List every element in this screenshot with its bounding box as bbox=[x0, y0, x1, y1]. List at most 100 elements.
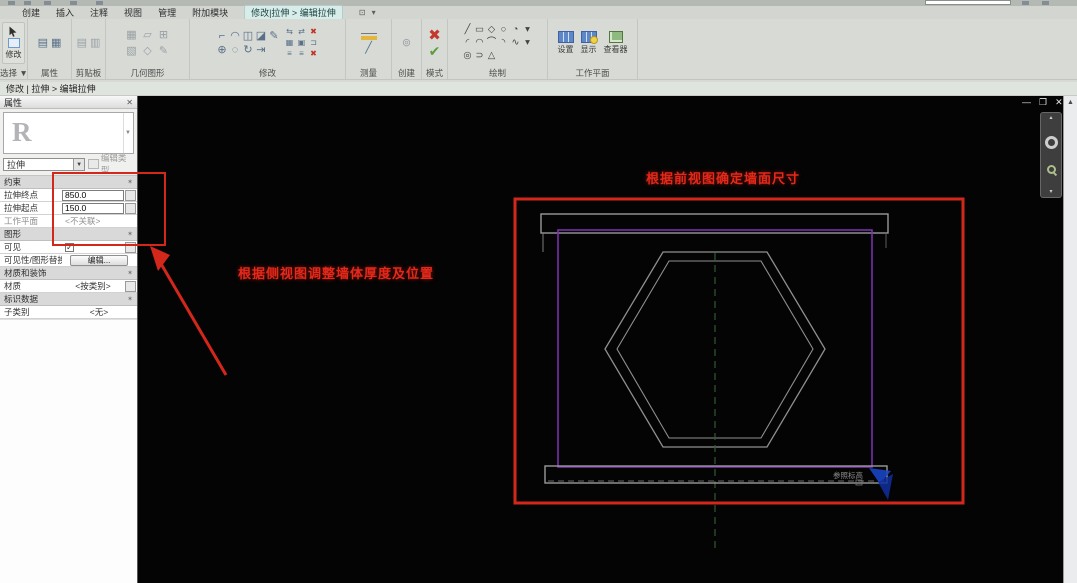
close-icon[interactable]: ✕ bbox=[126, 98, 133, 107]
annotation-box-property-values bbox=[52, 172, 166, 246]
drawing-area[interactable] bbox=[138, 96, 1063, 583]
tab-modify-extrusion-active[interactable]: 修改|拉伸 > 编辑拉伸 bbox=[244, 5, 343, 20]
ribbon-panel-mode: ✖ ✔ 模式 bbox=[422, 19, 448, 79]
workplane-set-button[interactable]: 设置 bbox=[557, 31, 574, 55]
workplane-show-icon bbox=[580, 31, 598, 44]
section-expand-icon[interactable]: ✶ bbox=[123, 269, 137, 277]
ribbon-panel-geometry: ▦ ▱ ⊞ ▧ ◇ ✎ 几何图形 bbox=[106, 19, 190, 79]
edit-type-icon bbox=[88, 159, 99, 169]
property-label: 可见性/图形替换 bbox=[4, 255, 62, 265]
ribbon-panel-draw: ╱ ▭ ◇ ○ ◔ ▾ ◜ ◠ ⌒ ◝ ∿ ▾ ◎ ⊃ △ 绘制 bbox=[448, 19, 548, 79]
chevron-down-icon[interactable]: ▼ bbox=[73, 158, 85, 170]
subcategory-value[interactable]: <无> bbox=[62, 307, 136, 318]
workplane-show-button[interactable]: 显示 bbox=[580, 31, 598, 55]
finish-sketch-icon[interactable]: ✔ bbox=[429, 44, 441, 58]
modify-panel-mini-icons[interactable]: ⇆ ⇄ ✖ ▦ ▣ ⊐ ≡ ≡ ✖ bbox=[284, 27, 320, 60]
search-input[interactable] bbox=[925, 0, 1011, 5]
ribbon-panel-modify: ⌐ ◠ ◫ ◪ ✎ ⊕ ◌ ↻ ⇥ ⇆ ⇄ ✖ ▦ ▣ ⊐ ≡ ≡ ✖ 修改 bbox=[190, 19, 346, 79]
associate-parameter-button[interactable] bbox=[125, 280, 136, 292]
section-header-materials[interactable]: 材质和装饰 ✶ bbox=[0, 267, 137, 280]
tab-annotate[interactable]: 注释 bbox=[90, 6, 108, 19]
properties-palette: 属性 ✕ R ▼ 拉伸 ▼ 编辑类型 约束 ✶ 拉伸终点 拉伸起点 bbox=[0, 96, 138, 583]
navbar-collapse-icon[interactable]: ▴ bbox=[1049, 115, 1052, 121]
ribbon-empty-space bbox=[638, 19, 1077, 79]
property-label: 材质 bbox=[4, 281, 22, 291]
qat-icon[interactable] bbox=[70, 1, 77, 5]
qat-icon[interactable] bbox=[24, 1, 31, 5]
ribbon-panel-create: ⊚ 创建 bbox=[392, 19, 422, 79]
ribbon-panel-clipboard: ▤ ▥ 剪贴板 bbox=[72, 19, 106, 79]
tab-view[interactable]: 视图 bbox=[124, 6, 142, 19]
qat-icon[interactable] bbox=[44, 1, 51, 5]
ribbon-panel-select: 修改 选择 ▼ bbox=[0, 19, 28, 79]
create-group-icon[interactable]: ⊚ bbox=[402, 37, 411, 49]
qat-icon[interactable] bbox=[1022, 1, 1029, 5]
ribbon-tab-bar: 创建 插入 注释 视图 管理 附加模块 修改|拉伸 > 编辑拉伸 ⊡ ▾ bbox=[0, 5, 1077, 20]
ribbon: 修改 选择 ▼ ▤ ▦ 属性 ▤ ▥ 剪贴板 ▦ ▱ ⊞ ▧ ◇ ✎ 几何图形 ⌐ ◠ ◫ ◪ ✎ ⊕ ◌… bbox=[0, 19, 1077, 80]
tab-insert[interactable]: 插入 bbox=[56, 6, 74, 19]
panel-label-geometry: 几何图形 bbox=[130, 68, 165, 78]
cursor-arrow-icon bbox=[9, 26, 17, 37]
selection-box-icon bbox=[7, 38, 20, 48]
panel-label-measure: 测量 bbox=[359, 68, 377, 78]
ribbon-panel-properties: ▤ ▦ 属性 bbox=[28, 19, 72, 79]
annotation-text-side-view: 根据侧视图调整墙体厚度及位置 bbox=[238, 266, 435, 281]
zoom-tool-icon[interactable] bbox=[1046, 164, 1056, 174]
vertical-scrollbar[interactable]: ▲ bbox=[1063, 96, 1077, 583]
property-label: 子类别 bbox=[4, 307, 30, 317]
options-bar: 修改 | 拉伸 > 编辑拉伸 bbox=[0, 82, 1077, 96]
property-row-material: 材质 <按类别> bbox=[0, 280, 137, 293]
cancel-sketch-icon[interactable]: ✖ bbox=[428, 28, 441, 43]
draw-panel-icons[interactable]: ╱ ▭ ◇ ○ ◔ ▾ ◜ ◠ ⌒ ◝ ∿ ▾ ◎ ⊃ △ bbox=[462, 24, 534, 63]
modify-tool-button-label: 修改 bbox=[5, 50, 22, 59]
section-header-identity[interactable]: 标识数据 ✶ bbox=[0, 293, 137, 306]
type-dropdown[interactable]: 拉伸 ▼ bbox=[3, 157, 86, 171]
panel-label-properties: 属性 bbox=[40, 68, 58, 78]
section-label: 材质和装饰 bbox=[4, 268, 47, 278]
tab-create[interactable]: 创建 bbox=[22, 6, 40, 19]
annotation-text-front-view: 根据前视图确定墙面尺寸 bbox=[646, 171, 801, 186]
modify-tool-button[interactable]: 修改 bbox=[2, 22, 25, 64]
restore-icon[interactable]: ❐ bbox=[1039, 97, 1047, 108]
panel-label-select[interactable]: 选择 ▼ bbox=[0, 67, 28, 79]
revit-family-logo: R bbox=[12, 117, 32, 147]
property-row-visibility-overrides: 可见性/图形替换 编辑... bbox=[0, 254, 137, 267]
steering-wheel-icon[interactable] bbox=[1044, 136, 1058, 150]
qat-icon[interactable] bbox=[96, 1, 103, 5]
properties-panel-icons[interactable]: ▤ ▦ bbox=[28, 19, 71, 67]
tab-addins[interactable]: 附加模块 bbox=[192, 6, 228, 19]
panel-label-clipboard: 剪贴板 bbox=[75, 68, 102, 78]
material-value[interactable]: <按类别> bbox=[62, 281, 124, 292]
panel-label-workplane: 工作平面 bbox=[575, 68, 610, 78]
workplane-show-label: 显示 bbox=[580, 45, 597, 54]
visibility-edit-button[interactable]: 编辑... bbox=[70, 254, 128, 266]
panel-label-modify: 修改 bbox=[258, 68, 276, 78]
qat-icon[interactable] bbox=[8, 1, 15, 5]
measure-diagonal-icon[interactable]: ╱ bbox=[365, 42, 372, 54]
ribbon-panel-workplane: 设置 显示 查看器 工作平面 bbox=[548, 19, 638, 79]
close-view-icon[interactable]: ✕ bbox=[1055, 97, 1063, 108]
workplane-viewer-label: 查看器 bbox=[603, 45, 628, 54]
type-dropdown-value: 拉伸 bbox=[7, 159, 26, 170]
view-window-controls: — ❐ ✕ bbox=[1022, 97, 1063, 108]
clipboard-panel-icons[interactable]: ▤ ▥ bbox=[72, 19, 105, 67]
measure-ruler-icon[interactable] bbox=[360, 32, 377, 40]
type-selector-preview[interactable]: R ▼ bbox=[3, 112, 134, 154]
minimize-icon[interactable]: — bbox=[1022, 97, 1031, 108]
options-bar-breadcrumb: 修改 | 拉伸 > 编辑拉伸 bbox=[6, 84, 96, 94]
geometry-panel-icons[interactable]: ▦ ▱ ⊞ ▧ ◇ ✎ bbox=[124, 27, 172, 59]
navigation-bar[interactable]: ▴ ▾ bbox=[1040, 112, 1062, 198]
scroll-up-icon[interactable]: ▲ bbox=[1064, 99, 1077, 106]
workplane-viewer-icon bbox=[608, 31, 623, 43]
ribbon-display-toggle-icon[interactable]: ⊡ ▾ bbox=[359, 8, 378, 17]
workplane-set-icon bbox=[557, 31, 574, 43]
modify-panel-icons[interactable]: ⌐ ◠ ◫ ◪ ✎ ⊕ ◌ ↻ ⇥ bbox=[216, 29, 281, 57]
section-expand-icon[interactable]: ✶ bbox=[123, 295, 137, 303]
property-row-subcategory: 子类别 <无> bbox=[0, 306, 137, 319]
tab-manage[interactable]: 管理 bbox=[158, 6, 176, 19]
panel-label-draw: 绘制 bbox=[488, 68, 506, 78]
type-selector-scroll[interactable]: ▼ bbox=[123, 113, 132, 153]
navbar-expand-icon[interactable]: ▾ bbox=[1049, 189, 1052, 195]
workplane-viewer-button[interactable]: 查看器 bbox=[604, 31, 628, 55]
qat-icon[interactable] bbox=[1042, 1, 1049, 5]
